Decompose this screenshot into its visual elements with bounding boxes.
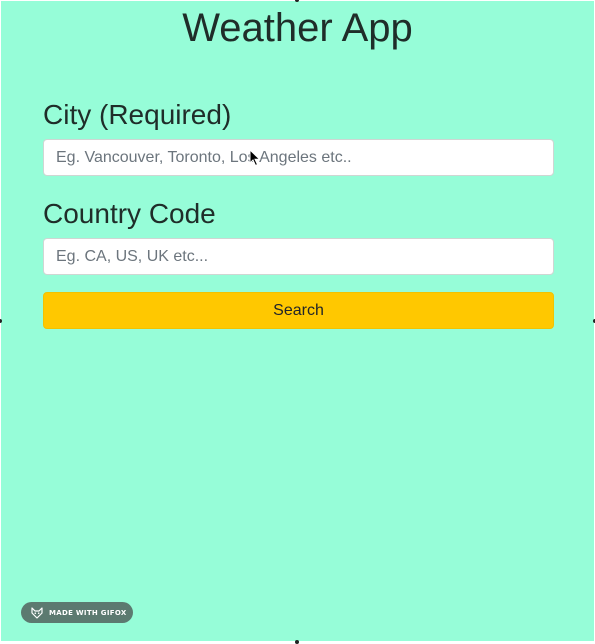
- city-input[interactable]: [43, 139, 554, 176]
- search-button[interactable]: Search: [43, 292, 554, 329]
- city-label: City (Required): [43, 99, 232, 130]
- country-code-input[interactable]: [43, 238, 554, 275]
- country-code-label: Country Code: [43, 198, 216, 229]
- country-group: Country Code: [43, 196, 554, 275]
- badge-text: MADE WITH GIFOX: [49, 608, 127, 617]
- weather-form: City (Required) Country Code Search: [43, 97, 554, 329]
- made-with-gifox-badge: MADE WITH GIFOX: [21, 602, 133, 623]
- page-title: Weather App: [182, 6, 413, 50]
- mouse-cursor-icon: [249, 149, 261, 167]
- resize-handle-bottom[interactable]: [295, 640, 299, 644]
- app-container: Weather App City (Required) Country Code…: [1, 1, 594, 641]
- fox-icon: [31, 606, 43, 619]
- city-group: City (Required): [43, 97, 554, 176]
